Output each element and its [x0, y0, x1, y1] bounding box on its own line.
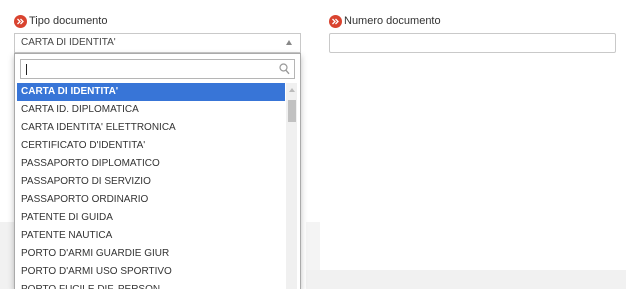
numero-documento-input[interactable] [329, 33, 616, 53]
background-panel [306, 270, 626, 289]
list-item[interactable]: PASSAPORTO DI SERVIZIO [17, 173, 285, 191]
background-panel [306, 222, 320, 270]
list-item[interactable]: CARTA ID. DIPLOMATICA [17, 101, 285, 119]
required-icon [14, 15, 27, 28]
scroll-up-icon[interactable] [289, 88, 295, 92]
tipo-documento-label: Tipo documento [29, 15, 108, 27]
list-item[interactable]: PORTO D'ARMI GUARDIE GIUR [17, 245, 285, 263]
dropdown-scrollbar[interactable] [286, 83, 297, 289]
numero-documento-label: Numero documento [344, 15, 441, 27]
list-item[interactable]: PATENTE DI GUIDA [17, 209, 285, 227]
list-item[interactable]: PATENTE NAUTICA [17, 227, 285, 245]
list-item[interactable]: CERTIFICATO D'IDENTITA' [17, 137, 285, 155]
tipo-documento-select[interactable]: CARTA DI IDENTITA' [14, 33, 301, 53]
text-cursor [26, 64, 27, 75]
tipo-documento-dropdown: CARTA DI IDENTITA' CARTA ID. DIPLOMATICA… [14, 53, 301, 289]
chevron-up-icon [286, 40, 292, 45]
required-icon [329, 15, 342, 28]
background-panel [0, 222, 14, 289]
dropdown-search-input[interactable] [20, 59, 295, 79]
selected-value: CARTA DI IDENTITA' [21, 37, 116, 48]
list-item[interactable]: PORTO FUCILE DIF. PERSON. [17, 281, 285, 289]
list-item[interactable]: CARTA DI IDENTITA' [17, 83, 285, 101]
list-item[interactable]: PORTO D'ARMI USO SPORTIVO [17, 263, 285, 281]
search-icon [279, 63, 290, 78]
list-item[interactable]: CARTA IDENTITA' ELETTRONICA [17, 119, 285, 137]
list-item[interactable]: PASSAPORTO DIPLOMATICO [17, 155, 285, 173]
document-form: Tipo documento Numero documento CARTA DI… [0, 0, 626, 289]
scrollbar-thumb[interactable] [288, 100, 296, 122]
options-list: CARTA DI IDENTITA' CARTA ID. DIPLOMATICA… [17, 83, 285, 289]
list-item[interactable]: PASSAPORTO ORDINARIO [17, 191, 285, 209]
